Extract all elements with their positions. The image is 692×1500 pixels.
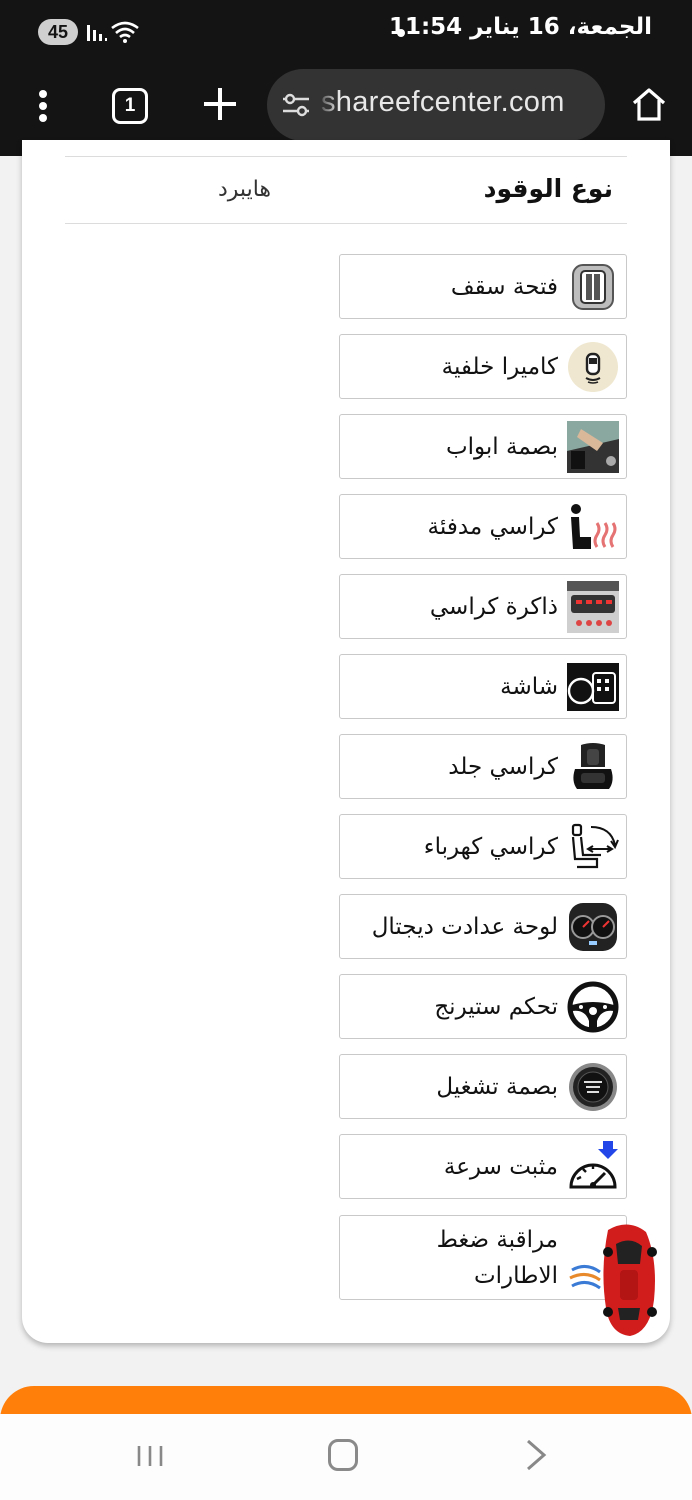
signal-icon: [87, 25, 107, 41]
feature-label: مثبت سرعة: [443, 1153, 558, 1180]
url-text[interactable]: shareefcenter.com: [321, 86, 565, 119]
back-icon[interactable]: [524, 1438, 548, 1472]
feature-item-screen: شاشة: [339, 654, 627, 719]
screen-icon: [567, 663, 619, 711]
feature-item-rear-camera: كاميرا خلفية: [339, 334, 627, 399]
url-fade: [317, 69, 339, 141]
feature-item-sunroof: فتحة سقف: [339, 254, 627, 319]
new-tab-icon[interactable]: [200, 84, 240, 124]
seat-memory-icon: [567, 581, 619, 633]
site-settings-icon[interactable]: [281, 91, 311, 119]
feature-item-push-start: بصمة تشغيل: [339, 1054, 627, 1119]
feature-item-seat-memory: ذاكرة كراسي: [339, 574, 627, 639]
feature-label: تحكم ستيرنج: [434, 993, 558, 1020]
system-nav-bar: [0, 1414, 692, 1500]
feature-label: شاشة: [500, 673, 558, 700]
tire-pressure-icon: [569, 1224, 657, 1336]
heated-seat-icon: [571, 504, 617, 549]
feature-item-cruise-control: مثبت سرعة: [339, 1134, 627, 1199]
divider: [65, 156, 627, 157]
home-nav-button[interactable]: [328, 1439, 358, 1471]
feature-item-steering-control: تحكم ستيرنج: [339, 974, 627, 1039]
menu-dots-icon[interactable]: [28, 86, 58, 126]
feature-label: مراقبة ضغط الاطارات: [436, 1226, 558, 1289]
rear-camera-icon: [568, 342, 618, 392]
sunroof-icon: [572, 264, 614, 310]
recent-apps-icon[interactable]: [135, 1442, 165, 1470]
feature-label: كراسي كهرباء: [423, 833, 558, 860]
push-start-icon: [569, 1063, 617, 1111]
feature-label: بصمة تشغيل: [436, 1073, 558, 1100]
feature-item-digital-cluster: لوحة عدادت ديجتال: [339, 894, 627, 959]
address-bar[interactable]: shareefcenter.com: [267, 69, 605, 141]
feature-label: كاميرا خلفية: [441, 353, 558, 380]
feature-label: كراسي جلد: [448, 753, 558, 780]
digital-cluster-icon: [569, 903, 617, 951]
status-time: الجمعة، 16 يناير 11:54: [388, 14, 652, 40]
cruise-control-icon: [569, 1141, 618, 1189]
home-icon[interactable]: [630, 86, 668, 122]
keyless-entry-icon: [567, 421, 619, 473]
feature-item-leather-seat: كراسي جلد: [339, 734, 627, 799]
feature-item-tire-pressure: مراقبة ضغط الاطارات: [339, 1215, 657, 1336]
feature-item-keyless-entry: بصمة ابواب: [339, 414, 627, 479]
status-bar: 45 الجمعة، 16 يناير 11:54: [0, 0, 692, 64]
feature-label: بصمة ابواب: [445, 433, 558, 460]
wifi-icon: [111, 21, 139, 43]
leather-seat-icon: [573, 743, 613, 789]
power-seat-icon: [571, 823, 619, 869]
feature-item-power-seat: كراسي كهرباء: [339, 814, 627, 879]
feature-label: ذاكرة كراسي: [429, 593, 558, 620]
feature-label: كراسي مدفئة: [427, 513, 558, 540]
steering-control-icon: [567, 981, 619, 1033]
spec-value: هايبرد: [218, 177, 272, 202]
feature-item-heated-seat: كراسي مدفئة: [339, 494, 627, 559]
feature-label: لوحة عدادت ديجتال: [371, 913, 558, 940]
divider: [65, 223, 627, 224]
spec-label: نوع الوقود: [483, 174, 613, 203]
feature-label: فتحة سقف: [450, 273, 558, 300]
tab-switcher-button[interactable]: 1: [112, 88, 148, 124]
battery-indicator: 45: [38, 19, 78, 45]
